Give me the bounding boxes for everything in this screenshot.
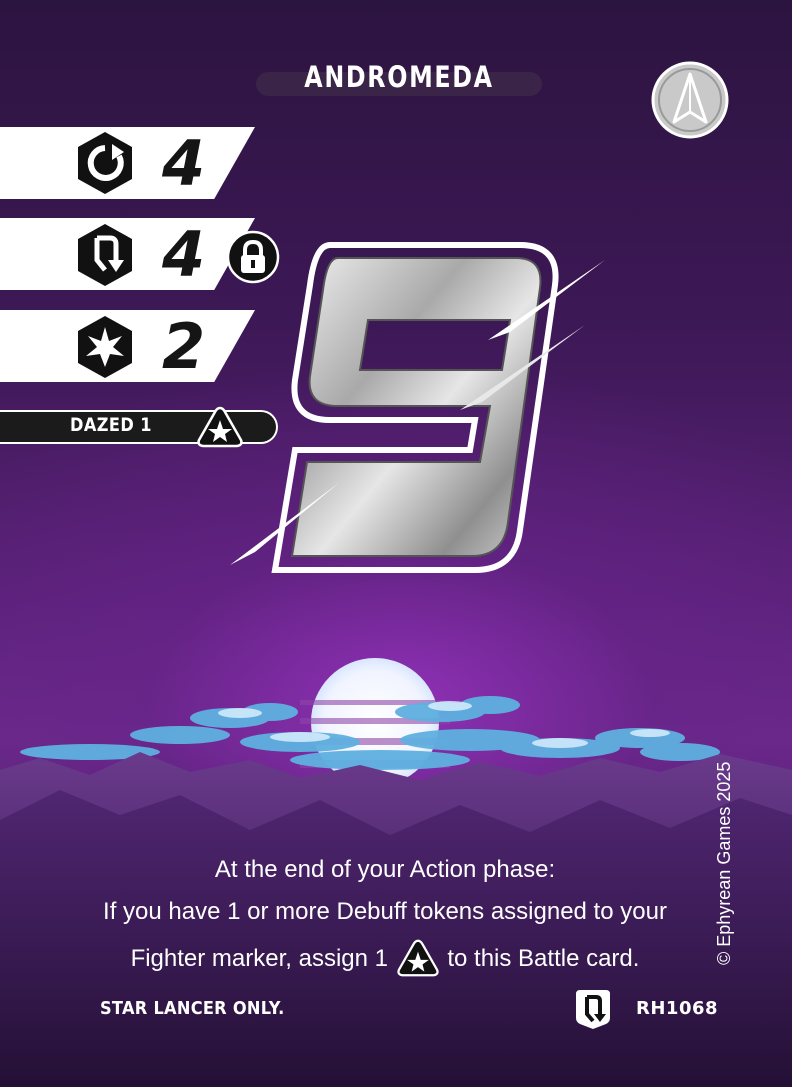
class-restriction: STAR LANCER ONLY.	[100, 998, 285, 1019]
ability-text-line-1: At the end of your Action phase:	[214, 856, 556, 883]
ability-text-line-2: If you have 1 or more Debuff tokens assi…	[103, 898, 667, 925]
card-code: RH1068	[636, 998, 719, 1019]
copyright-notice: © Ephyrean Games 2025	[714, 761, 734, 965]
ability-text-line-3-end: to this Battle card.	[447, 945, 640, 972]
lancer-hex-icon	[78, 224, 132, 286]
arrowhead-emblem-icon	[651, 61, 729, 139]
card-title: ANDROMEDA	[304, 60, 494, 94]
battle-card: ANDROMEDA 4 4 2 DAZED 1 At the end of yo…	[0, 0, 792, 1087]
lancer-shield-icon	[576, 990, 610, 1029]
dazed-label: DAZED 1	[70, 414, 152, 436]
card-value-number	[230, 242, 605, 573]
star-triangle-icon	[396, 939, 439, 977]
burst-hex-icon	[78, 316, 132, 378]
stat-value-speed: 4	[162, 127, 206, 200]
ability-text-line-3-start: Fighter marker, assign 1	[130, 945, 388, 972]
refresh-hex-icon	[78, 132, 132, 194]
ability-text-line-3: Fighter marker, assign 1 to this Battle …	[40, 938, 730, 978]
